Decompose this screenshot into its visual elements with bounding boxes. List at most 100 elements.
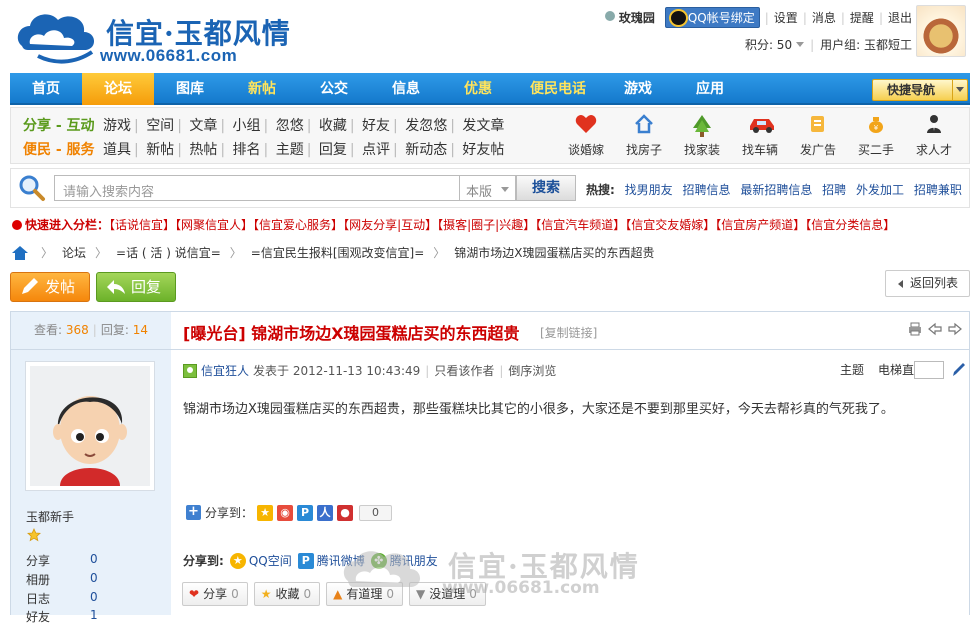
- quick-enter-link[interactable]: 【信宜房产频道】: [715, 218, 805, 232]
- subnav-link[interactable]: 主题: [276, 142, 304, 158]
- category-house[interactable]: 找房子: [615, 114, 673, 158]
- quick-enter-link[interactable]: 【信宜分类信息】: [805, 218, 895, 232]
- home-icon[interactable]: [12, 245, 28, 260]
- quick-enter-link[interactable]: 【信宜爱心服务】: [253, 218, 343, 232]
- subnav-link[interactable]: 新帖: [146, 142, 174, 158]
- online-status-icon: [183, 363, 197, 378]
- reminders-link[interactable]: 提醒: [850, 9, 874, 26]
- subnav-link[interactable]: 排名: [233, 142, 261, 158]
- author-name[interactable]: 玉都新手: [26, 508, 74, 525]
- quick-enter-link[interactable]: 【信宜交友婚嫁】: [625, 218, 715, 232]
- quick-nav-button[interactable]: 快捷导航: [872, 79, 968, 101]
- weibo-share-icon[interactable]: ◉: [277, 504, 294, 521]
- favorite-button[interactable]: ★ 收藏 0: [253, 582, 321, 606]
- quick-enter-link[interactable]: 【话说信宜】: [109, 218, 175, 232]
- hot-search-link[interactable]: 招聘兼职: [914, 183, 962, 197]
- subnav-link[interactable]: 文章: [189, 118, 217, 134]
- category-marriage[interactable]: 谈婚嫁: [557, 114, 615, 158]
- hot-search-link[interactable]: 招聘: [822, 183, 846, 197]
- subnav-link[interactable]: 道具: [103, 142, 131, 158]
- tencent-weibo-share-icon[interactable]: P: [297, 504, 314, 521]
- quick-enter-link[interactable]: 【网聚信宜人】: [175, 218, 253, 232]
- search-input[interactable]: 请输入搜索内容: [54, 175, 460, 201]
- author-avatar[interactable]: [25, 361, 155, 491]
- share-qzone-link[interactable]: ★ QQ空间: [229, 552, 292, 569]
- hot-search-link[interactable]: 外发加工: [856, 183, 904, 197]
- hot-searches: 热搜: 找男朋友 招聘信息 最新招聘信息 招聘 外发加工 招聘兼职: [586, 181, 962, 198]
- username-link[interactable]: 玫瑰园: [604, 9, 655, 26]
- subnav-link[interactable]: 忽悠: [276, 118, 304, 134]
- copy-link-button[interactable]: [复制链接]: [540, 324, 597, 341]
- reverse-order-link[interactable]: 倒序浏览: [508, 362, 556, 379]
- settings-link[interactable]: 设置: [774, 9, 798, 26]
- category-jobs[interactable]: 求人才: [905, 114, 963, 158]
- kaixin-share-icon[interactable]: ●: [337, 504, 354, 521]
- quick-enter-link[interactable]: 【摄客|圈子|兴趣】: [437, 218, 535, 232]
- nav-deals[interactable]: 优惠: [442, 73, 514, 105]
- user-avatar-thumb[interactable]: [916, 5, 966, 57]
- only-author-link[interactable]: 只看该作者: [434, 362, 494, 379]
- prev-thread-icon[interactable]: [928, 322, 942, 336]
- nav-new-posts[interactable]: 新帖: [226, 73, 298, 105]
- search-scope-select[interactable]: 本版: [460, 175, 516, 201]
- subnav-link[interactable]: 好友: [362, 118, 390, 134]
- subnav-link[interactable]: 空间: [146, 118, 174, 134]
- category-decor[interactable]: 找家装: [673, 114, 731, 158]
- hot-search-link[interactable]: 最新招聘信息: [740, 183, 812, 197]
- nav-bus[interactable]: 公交: [298, 73, 370, 105]
- hot-search-link[interactable]: 找男朋友: [625, 183, 673, 197]
- plus-icon[interactable]: +: [186, 505, 201, 520]
- qzone-share-icon[interactable]: ★: [257, 504, 274, 521]
- subnav-link[interactable]: 小组: [233, 118, 261, 134]
- nav-home[interactable]: 首页: [10, 73, 82, 105]
- nav-gallery[interactable]: 图库: [154, 73, 226, 105]
- breadcrumb-item[interactable]: =话 ( 活 ) 说信宜=: [116, 244, 221, 261]
- nav-forum[interactable]: 论坛: [82, 73, 154, 105]
- user-stat-albums: 相册 0: [26, 571, 98, 587]
- subnav-link[interactable]: 回复: [319, 142, 347, 158]
- subnav-link[interactable]: 发文章: [462, 118, 504, 134]
- quick-enter-link[interactable]: 【信宜汽车频道】: [535, 218, 625, 232]
- logout-link[interactable]: 退出: [888, 9, 912, 26]
- person-icon: [921, 114, 947, 138]
- renren-share-icon[interactable]: 人: [317, 504, 334, 521]
- subnav-link[interactable]: 好友帖: [462, 142, 504, 158]
- site-logo[interactable]: 信宜·玉都风情 www.06681.com: [14, 6, 290, 68]
- breadcrumb-item[interactable]: 论坛: [62, 244, 86, 261]
- qq-bind-button[interactable]: QQ帐号绑定: [664, 7, 760, 28]
- subnav-link[interactable]: 热帖: [189, 142, 217, 158]
- next-thread-icon[interactable]: [948, 322, 962, 336]
- search-button[interactable]: 搜索: [516, 175, 576, 201]
- edit-icon[interactable]: [952, 361, 966, 377]
- subnav-link[interactable]: 游戏: [103, 118, 131, 134]
- nav-apps[interactable]: 应用: [674, 73, 746, 105]
- category-secondhand[interactable]: ¥ 买二手: [847, 114, 905, 158]
- post-meta: 信宜狂人 发表于 2012-11-13 10:43:49 | 只看该作者 | 倒…: [183, 362, 556, 379]
- reply-button[interactable]: 回复: [96, 272, 176, 302]
- post-author-link[interactable]: 信宜狂人: [201, 362, 249, 379]
- print-icon[interactable]: [908, 322, 922, 336]
- back-to-list-button[interactable]: 返回列表: [885, 270, 970, 297]
- subnav-link[interactable]: 点评: [362, 142, 390, 158]
- category-ads[interactable]: 发广告: [789, 114, 847, 158]
- nav-games[interactable]: 游戏: [602, 73, 674, 105]
- floor-jump-input[interactable]: [914, 361, 944, 379]
- quick-enter-link[interactable]: 【网友分享|互动】: [343, 218, 437, 232]
- share-action-button[interactable]: ❤ 分享 0: [182, 582, 248, 606]
- messages-link[interactable]: 消息: [812, 9, 836, 26]
- share2-label: 分享到:: [183, 554, 224, 568]
- category-car[interactable]: 找车辆: [731, 114, 789, 158]
- hot-search-link[interactable]: 招聘信息: [682, 183, 730, 197]
- usergroup-link[interactable]: 用户组: 玉都短工: [820, 36, 912, 53]
- points-dropdown[interactable]: 积分: 50: [745, 36, 792, 53]
- nav-info[interactable]: 信息: [370, 73, 442, 105]
- subnav-link[interactable]: 新动态: [405, 142, 447, 158]
- new-post-button[interactable]: 发帖: [10, 272, 90, 302]
- subnav-link[interactable]: 收藏: [319, 118, 347, 134]
- breadcrumb-item[interactable]: =信宜民生报料[围观改变信宜]=: [251, 244, 424, 261]
- subnav-link[interactable]: 发忽悠: [405, 118, 447, 134]
- search-icon: [18, 174, 46, 202]
- nav-phone[interactable]: 便民电话: [514, 73, 602, 105]
- logo-url: www.06681.com: [100, 46, 238, 65]
- star-icon: ★: [260, 587, 272, 601]
